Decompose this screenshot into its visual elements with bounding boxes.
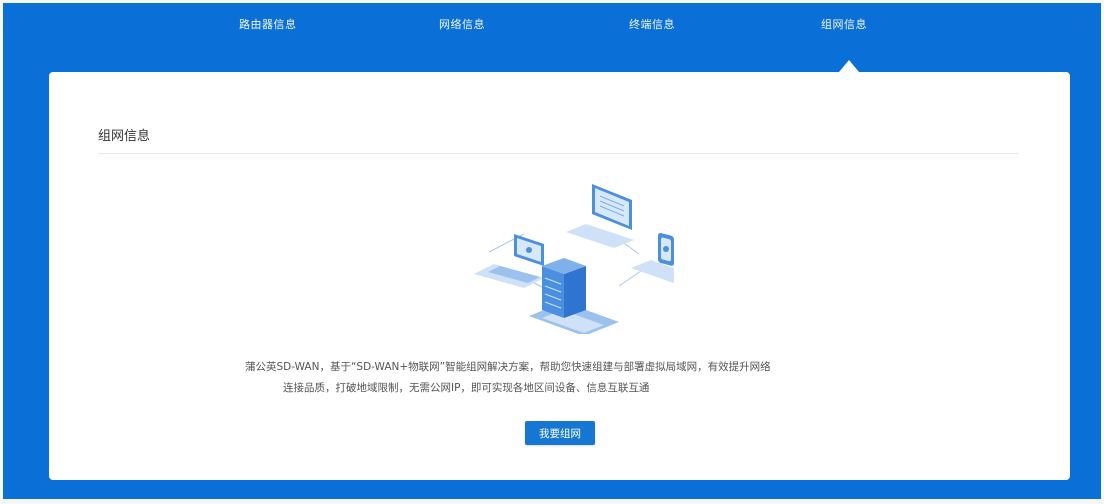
description-line-2: 连接品质，打破地域限制，无需公网IP，即可实现各地区间设备、信息互联互通 — [283, 382, 650, 394]
tab-router-info[interactable]: 路由器信息 — [239, 16, 297, 32]
app-background: 路由器信息 网络信息 终端信息 组网信息 组网信息 蒲公英SD-WAN，基于“S… — [3, 3, 1101, 499]
page-frame: 路由器信息 网络信息 终端信息 组网信息 组网信息 蒲公英SD-WAN，基于“S… — [0, 0, 1104, 504]
server-icon — [529, 258, 619, 334]
mobile-phone-icon — [631, 233, 674, 284]
desktop-monitor-icon — [566, 184, 634, 248]
active-tab-indicator — [839, 60, 859, 72]
title-divider — [98, 153, 1019, 154]
tab-network-info[interactable]: 网络信息 — [439, 16, 485, 32]
top-nav: 路由器信息 网络信息 终端信息 组网信息 — [3, 3, 1101, 43]
description-line-1: 蒲公英SD-WAN，基于“SD-WAN+物联网”智能组网解决方案，帮助您快速组建… — [245, 361, 771, 373]
tab-networking-info[interactable]: 组网信息 — [821, 16, 867, 32]
description: 蒲公英SD-WAN，基于“SD-WAN+物联网”智能组网解决方案，帮助您快速组建… — [245, 357, 865, 399]
start-networking-button[interactable]: 我要组网 — [525, 421, 595, 445]
network-illustration — [474, 184, 674, 334]
section-title: 组网信息 — [98, 129, 151, 144]
tab-terminal-info[interactable]: 终端信息 — [629, 16, 675, 32]
content-card: 组网信息 蒲公英SD-WAN，基于“SD-WAN+物联网”智能组网解决方案，帮助… — [49, 72, 1070, 480]
